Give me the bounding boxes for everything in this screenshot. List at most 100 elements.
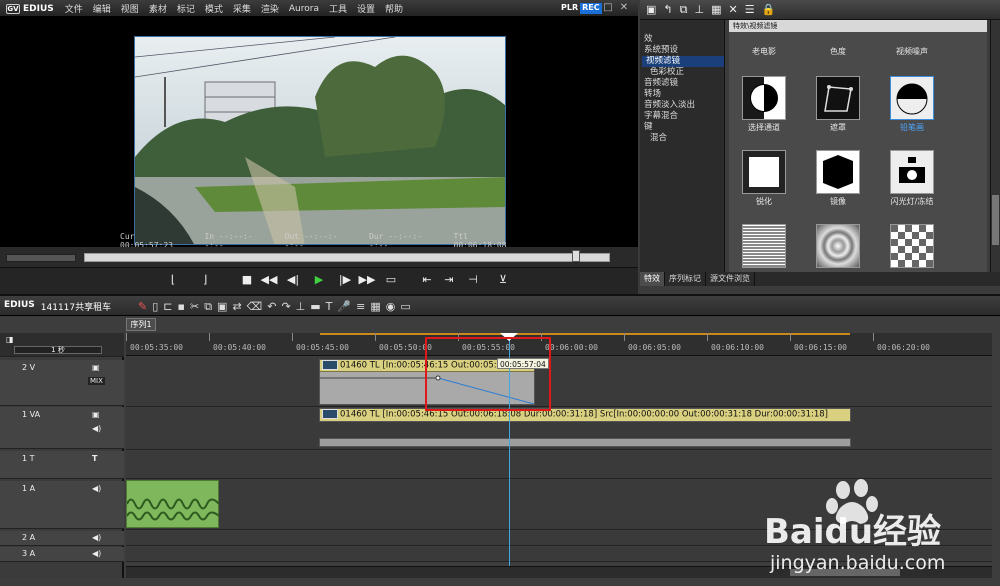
- menu-marker[interactable]: 标记: [172, 2, 200, 15]
- minimize-icon[interactable]: –: [586, 2, 598, 14]
- clip-va[interactable]: 01460 TL [In:00:05:46:15 Out:00:06:18:08…: [319, 408, 851, 422]
- time-scale[interactable]: 1 秒: [14, 346, 102, 354]
- lock-icon[interactable]: 🔒: [762, 3, 776, 16]
- track-visible-icon[interactable]: ▣: [92, 410, 100, 419]
- menu-capture[interactable]: 采集: [228, 2, 256, 15]
- menu-clip[interactable]: 素材: [144, 2, 172, 15]
- clip-va-audio[interactable]: [319, 438, 851, 447]
- effect-label[interactable]: 选择通道: [729, 122, 799, 133]
- tab-sequence-markers[interactable]: 序列标记: [665, 272, 706, 286]
- effect-label[interactable]: 镜像: [803, 196, 873, 207]
- effect-label[interactable]: 遮罩: [803, 122, 873, 133]
- menu-settings[interactable]: 设置: [352, 2, 380, 15]
- replace-icon[interactable]: ⇄: [232, 300, 241, 313]
- overwrite-icon[interactable]: ⇥: [440, 272, 458, 288]
- play-icon[interactable]: ▶: [310, 272, 328, 288]
- strobe-effect[interactable]: [890, 150, 934, 194]
- marker-icon[interactable]: ▬: [310, 300, 320, 313]
- tree-item[interactable]: 音频淡入淡出: [640, 100, 724, 111]
- loop-icon[interactable]: ▭: [382, 272, 400, 288]
- tree-item-selected[interactable]: 视频滤镜: [642, 56, 724, 67]
- track-header-2v[interactable]: 2 V ▣ MIX: [0, 360, 124, 406]
- export-icon[interactable]: ⊻: [494, 272, 512, 288]
- menu-aurora[interactable]: Aurora: [284, 4, 324, 14]
- tree-item[interactable]: 转场: [640, 89, 724, 100]
- sequence-tab[interactable]: 序列1: [126, 318, 156, 331]
- speaker-icon[interactable]: ◀): [92, 424, 101, 433]
- effect-label[interactable]: 视频噪声: [877, 46, 947, 57]
- pencil-effect[interactable]: [890, 76, 934, 120]
- menu-mode[interactable]: 模式: [200, 2, 228, 15]
- copy-icon[interactable]: ⧉: [204, 300, 212, 314]
- properties-icon[interactable]: ☰: [745, 3, 755, 16]
- trim-icon[interactable]: ⊣: [464, 272, 482, 288]
- speaker-icon[interactable]: ◀): [92, 484, 101, 493]
- redo-icon[interactable]: ↷: [281, 300, 290, 313]
- clock-icon[interactable]: ◉: [386, 300, 396, 313]
- select-channel-effect[interactable]: [742, 76, 786, 120]
- tree-item[interactable]: 系统预设: [640, 45, 724, 56]
- layout-icon[interactable]: ▭: [400, 300, 410, 313]
- close-icon[interactable]: ✕: [618, 2, 630, 14]
- sharpen-effect[interactable]: [742, 150, 786, 194]
- track-header-2a[interactable]: 2 A ◀): [0, 531, 124, 546]
- mirror-effect[interactable]: [816, 150, 860, 194]
- stop-icon[interactable]: ■: [238, 272, 256, 288]
- menu-render[interactable]: 渲染: [256, 2, 284, 15]
- track-header-1va[interactable]: 1 VA ▣ ◀): [0, 407, 124, 449]
- audio-clip[interactable]: [126, 480, 220, 528]
- split-icon[interactable]: ⊥: [296, 300, 306, 313]
- speaker-icon[interactable]: ◀): [92, 533, 101, 542]
- new-icon[interactable]: ▯: [152, 300, 158, 313]
- effect-thumbnail[interactable]: [890, 224, 934, 268]
- tab-effects[interactable]: 特效: [640, 272, 665, 286]
- tree-item[interactable]: 音频滤镜: [640, 78, 724, 89]
- position-knob[interactable]: [572, 250, 580, 262]
- copy-icon[interactable]: ⧉: [680, 3, 688, 17]
- delete-icon[interactable]: ✕: [728, 3, 737, 16]
- track-header-1t[interactable]: 1 T T: [0, 451, 124, 479]
- razor-icon[interactable]: ✎: [138, 300, 147, 313]
- paste-icon[interactable]: ▣: [217, 300, 227, 313]
- tree-item[interactable]: 键: [640, 122, 724, 133]
- cut-icon[interactable]: ✂: [190, 300, 199, 313]
- effects-scrollbar[interactable]: [990, 20, 1000, 272]
- tree-item[interactable]: 字幕混合: [640, 111, 724, 122]
- set-out-icon[interactable]: ⌋: [196, 272, 214, 288]
- menu-file[interactable]: 文件: [60, 2, 88, 15]
- step-forward-icon[interactable]: |▶: [336, 272, 354, 288]
- effect-thumbnail[interactable]: [816, 224, 860, 268]
- scroll-thumb[interactable]: [992, 195, 999, 245]
- menu-view[interactable]: 视图: [116, 2, 144, 15]
- effect-thumbnail[interactable]: [742, 224, 786, 268]
- open-icon[interactable]: ⊏: [163, 300, 172, 313]
- view-icon[interactable]: ▦: [711, 3, 721, 16]
- mic-icon[interactable]: 🎤: [337, 300, 351, 313]
- undo-icon[interactable]: ↶: [267, 300, 276, 313]
- apply-icon[interactable]: ⊥: [694, 3, 704, 16]
- mask-effect[interactable]: [816, 76, 860, 120]
- grid-icon[interactable]: ▦: [370, 300, 380, 313]
- mix-label[interactable]: MIX: [88, 377, 105, 385]
- effect-label[interactable]: 老电影: [729, 46, 799, 57]
- maximize-icon[interactable]: □: [602, 2, 614, 14]
- up-folder-icon[interactable]: ↰: [663, 3, 672, 16]
- insert-icon[interactable]: ⇤: [418, 272, 436, 288]
- position-bar[interactable]: [84, 253, 610, 262]
- track-header-3a[interactable]: 3 A ◀): [0, 547, 124, 562]
- rewind-icon[interactable]: ◀◀: [260, 272, 278, 288]
- menu-help[interactable]: 帮助: [380, 2, 408, 15]
- fast-forward-icon[interactable]: ▶▶: [358, 272, 376, 288]
- track-visible-icon[interactable]: ▣: [92, 363, 100, 372]
- effect-label[interactable]: 锐化: [729, 196, 799, 207]
- save-icon[interactable]: ▪: [178, 300, 185, 313]
- effect-label-selected[interactable]: 铅笔画: [877, 122, 947, 133]
- menu-edit[interactable]: 编辑: [88, 2, 116, 15]
- tree-item[interactable]: 效: [640, 34, 724, 45]
- set-in-icon[interactable]: ⌊: [164, 272, 182, 288]
- effect-label[interactable]: 闪光灯/冻结: [877, 196, 947, 207]
- tree-item[interactable]: 色彩校正: [640, 67, 724, 78]
- effect-label[interactable]: 色度: [803, 46, 873, 57]
- title-icon[interactable]: T: [326, 300, 333, 313]
- shuttle-slider[interactable]: [6, 254, 76, 262]
